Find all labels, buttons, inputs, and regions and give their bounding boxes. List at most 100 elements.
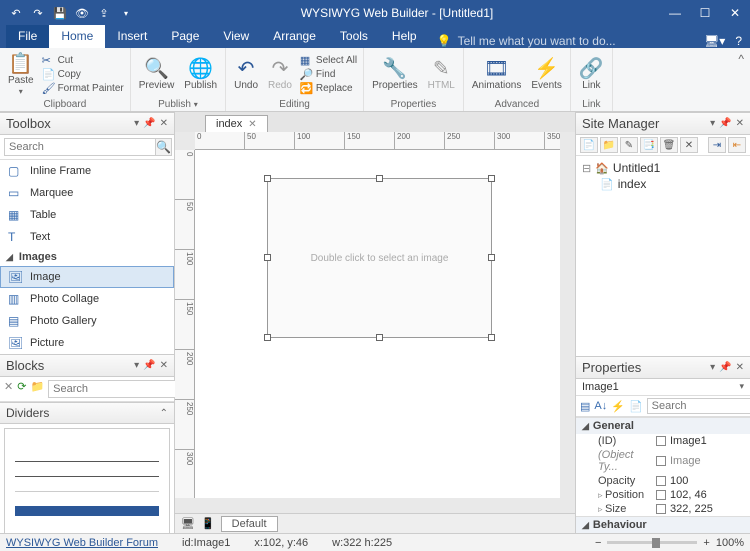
delete-icon[interactable]: 🗑 bbox=[660, 137, 678, 153]
menu-home[interactable]: Home bbox=[49, 25, 105, 48]
alphabetical-icon[interactable]: A↓ bbox=[594, 400, 607, 412]
save-icon[interactable]: 💾 bbox=[52, 5, 68, 21]
toolbox-search-input[interactable] bbox=[4, 138, 156, 156]
toolbox-item-text[interactable]: TText bbox=[0, 226, 174, 248]
toolbox-item-inline-frame[interactable]: ▢Inline Frame bbox=[0, 160, 174, 182]
publish-button[interactable]: 🌐Publish bbox=[182, 59, 219, 91]
prop-section-behaviour[interactable]: ◢Behaviour bbox=[576, 516, 750, 533]
menu-arrange[interactable]: Arrange bbox=[261, 25, 328, 48]
zoom-out-button[interactable]: − bbox=[595, 537, 601, 549]
search-icon[interactable]: 🔍 bbox=[156, 138, 172, 156]
preview-button[interactable]: 🔍Preview bbox=[137, 59, 177, 91]
blocks-close-icon[interactable]: ✕ bbox=[4, 380, 13, 398]
events-button[interactable]: ⚡Events bbox=[529, 59, 564, 91]
chevron-down-icon[interactable]: ▾ bbox=[739, 381, 744, 393]
select-all-button[interactable]: ▦Select All bbox=[300, 54, 357, 67]
html-button[interactable]: ✎HTML bbox=[426, 59, 457, 91]
design-canvas[interactable]: Double click to select an image bbox=[195, 150, 560, 498]
toolbox-item-picture[interactable]: 🖼Picture bbox=[0, 332, 174, 354]
mobile-icon[interactable]: 📱 bbox=[201, 517, 215, 530]
paste-button[interactable]: 📋 Paste ▾ bbox=[6, 54, 36, 96]
close-button[interactable]: ✕ bbox=[720, 0, 750, 26]
menu-insert[interactable]: Insert bbox=[105, 25, 159, 48]
chevron-up-icon[interactable]: ⌃ bbox=[160, 408, 168, 419]
link-button[interactable]: 🔗Link bbox=[577, 59, 606, 91]
resize-handle-se[interactable] bbox=[488, 334, 495, 341]
resize-handle-n[interactable] bbox=[376, 175, 383, 182]
checkbox-icon[interactable] bbox=[656, 490, 666, 500]
resize-handle-ne[interactable] bbox=[488, 175, 495, 182]
menu-tools[interactable]: Tools bbox=[328, 25, 380, 48]
prop-row-opacity[interactable]: Opacity100 bbox=[576, 474, 750, 488]
desktop-icon[interactable]: 🖥 bbox=[181, 517, 195, 530]
tell-me-search[interactable]: 💡 Tell me what you want to do... bbox=[437, 34, 616, 48]
menu-page[interactable]: Page bbox=[159, 25, 211, 48]
menu-view[interactable]: View bbox=[211, 25, 261, 48]
zoom-thumb[interactable] bbox=[652, 538, 660, 548]
display-icon[interactable]: 🖥▾ bbox=[704, 34, 725, 48]
resize-handle-w[interactable] bbox=[264, 254, 271, 261]
checkbox-icon[interactable] bbox=[656, 436, 666, 446]
properties-button[interactable]: 🔧Properties bbox=[370, 59, 420, 91]
toolbox-item-marquee[interactable]: ▭Marquee bbox=[0, 182, 174, 204]
clone-icon[interactable]: 📑 bbox=[640, 137, 658, 153]
panel-close-icon[interactable]: ✕ bbox=[160, 360, 168, 371]
format-painter-button[interactable]: 🖌Format Painter bbox=[42, 82, 124, 95]
ribbon-collapse-icon[interactable]: ^ bbox=[732, 48, 750, 111]
checkbox-icon[interactable] bbox=[656, 504, 666, 514]
qat-dropdown-icon[interactable]: ▾ bbox=[118, 5, 134, 21]
menu-file[interactable]: File bbox=[6, 25, 49, 48]
document-tab-index[interactable]: index ✕ bbox=[205, 115, 268, 132]
find-button[interactable]: 🔎Find bbox=[300, 68, 357, 81]
checkbox-icon[interactable] bbox=[656, 476, 666, 486]
toolbox-item-image[interactable]: 🖼Image bbox=[0, 266, 174, 288]
undo-icon[interactable]: ↶ bbox=[8, 5, 24, 21]
edit-icon[interactable]: ✎ bbox=[620, 137, 638, 153]
panel-dropdown-icon[interactable]: ▾ bbox=[710, 362, 715, 373]
blocks-folder-icon[interactable]: 📁 bbox=[30, 380, 44, 398]
panel-pin-icon[interactable]: 📌 bbox=[719, 118, 731, 129]
toolbox-item-table[interactable]: ▦Table bbox=[0, 204, 174, 226]
sm-close-icon[interactable]: ✕ bbox=[680, 137, 698, 153]
panel-dropdown-icon[interactable]: ▾ bbox=[710, 118, 715, 129]
prop-row-position[interactable]: ▹ Position102, 46 bbox=[576, 488, 750, 502]
panel-close-icon[interactable]: ✕ bbox=[736, 118, 744, 129]
toolbox-section-images[interactable]: ◢Images bbox=[0, 248, 174, 266]
toolbox-item-photo-gallery[interactable]: ▤Photo Gallery bbox=[0, 310, 174, 332]
resize-handle-s[interactable] bbox=[376, 334, 383, 341]
toolbox-item-photo-collage[interactable]: ▥Photo Collage bbox=[0, 288, 174, 310]
properties-search-input[interactable] bbox=[647, 398, 750, 414]
copy-button[interactable]: 📄Copy bbox=[42, 68, 124, 81]
panel-dropdown-icon[interactable]: ▾ bbox=[134, 118, 139, 129]
prop-section-general[interactable]: ◢General bbox=[576, 417, 750, 434]
cut-button[interactable]: ✂Cut bbox=[42, 54, 124, 67]
sm-import-icon[interactable]: ⇥ bbox=[708, 137, 726, 153]
help-icon[interactable]: ? bbox=[735, 34, 742, 48]
panel-pin-icon[interactable]: 📌 bbox=[719, 362, 731, 373]
tree-root[interactable]: ⊟🏠Untitled1 bbox=[582, 160, 744, 176]
zoom-slider[interactable] bbox=[607, 541, 697, 544]
undo-button[interactable]: ↶Undo bbox=[232, 59, 260, 91]
selected-image-element[interactable]: Double click to select an image bbox=[267, 178, 492, 338]
zoom-in-button[interactable]: + bbox=[703, 537, 709, 549]
panel-close-icon[interactable]: ✕ bbox=[736, 362, 744, 373]
panel-pin-icon[interactable]: 📌 bbox=[143, 118, 155, 129]
panel-close-icon[interactable]: ✕ bbox=[160, 118, 168, 129]
redo-button[interactable]: ↷Redo bbox=[266, 59, 294, 91]
sm-export-icon[interactable]: ⇤ bbox=[728, 137, 746, 153]
prop-pages-icon[interactable]: 📄 bbox=[629, 400, 643, 413]
panel-pin-icon[interactable]: 📌 bbox=[143, 360, 155, 371]
prop-row-id[interactable]: (ID)Image1 bbox=[576, 434, 750, 448]
panel-dropdown-icon[interactable]: ▾ bbox=[134, 360, 139, 371]
maximize-button[interactable]: ☐ bbox=[690, 0, 720, 26]
blocks-refresh-icon[interactable]: ⟳ bbox=[17, 380, 26, 398]
replace-button[interactable]: 🔁Replace bbox=[300, 82, 357, 95]
publish-icon[interactable]: ⇪ bbox=[96, 5, 112, 21]
categorized-icon[interactable]: ▤ bbox=[580, 400, 590, 413]
divider-block-preview[interactable] bbox=[4, 428, 170, 533]
events-icon[interactable]: ⚡ bbox=[611, 400, 625, 413]
menu-help[interactable]: Help bbox=[380, 25, 429, 48]
preview-icon[interactable]: 👁 bbox=[74, 5, 90, 21]
forum-link[interactable]: WYSIWYG Web Builder Forum bbox=[6, 537, 158, 549]
default-breakpoint-tab[interactable]: Default bbox=[221, 516, 278, 532]
